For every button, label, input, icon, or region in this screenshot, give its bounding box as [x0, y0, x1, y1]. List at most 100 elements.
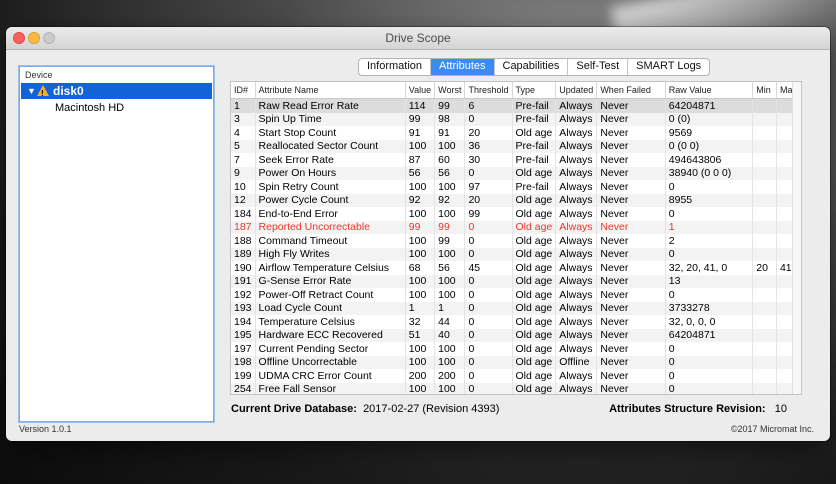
title-bar[interactable]: Drive Scope [6, 27, 830, 50]
table-row[interactable]: 12 Power Cycle Count 92 92 20 Old age Always Ne… [231, 193, 801, 207]
table-cell: Never [596, 315, 666, 329]
table-cell: Old age [512, 342, 557, 356]
table-row[interactable]: 190 Airflow Temperature Celsius 68 56 45 Old … [231, 261, 801, 275]
column-header[interactable]: Worst [434, 82, 466, 99]
column-header[interactable]: Attribute Name [255, 82, 406, 99]
table-row[interactable]: 199 UDMA CRC Error Count 200 200 0 Old age Alw… [231, 369, 801, 383]
table-row[interactable]: 184 End-to-End Error 100 100 99 Old age Always… [231, 207, 801, 221]
table-cell: 0 [464, 328, 513, 342]
attributes-table: ID# Attribute Name Value Worst Threshold Type… [231, 82, 801, 394]
table-row[interactable]: 195 Hardware ECC Recovered 51 40 0 Old age Alw… [231, 328, 801, 342]
device-sidebar[interactable]: Device ▼ ! disk0 Macintosh HD [18, 65, 215, 423]
column-header[interactable]: Raw Value [665, 82, 754, 99]
column-header[interactable]: Updated [555, 82, 598, 99]
table-row[interactable]: 189 High Fly Writes 100 100 0 Old age Always Ne… [231, 247, 801, 261]
table-row[interactable]: 188 Command Timeout 100 99 0 Old age Always Nev… [231, 234, 801, 248]
table-cell: Never [596, 342, 666, 356]
table-cell: 0 [665, 355, 754, 369]
table-row[interactable]: 191 G-Sense Error Rate 100 100 0 Old age Alway… [231, 274, 801, 288]
table-cell: 56 [434, 261, 466, 275]
table-cell: Never [596, 288, 666, 302]
table-row[interactable]: 254 Free Fall Sensor 100 100 0 Old age Always N… [231, 382, 801, 394]
table-cell: Old age [512, 382, 557, 394]
table-cell: 100 [434, 274, 466, 288]
table-cell [752, 193, 777, 207]
table-cell: 1 [405, 301, 436, 315]
table-row[interactable]: 193 Load Cycle Count 1 1 0 Old age Always Never… [231, 301, 801, 315]
table-cell [752, 342, 777, 356]
table-cell: Never [596, 112, 666, 126]
disclosure-triangle-icon[interactable]: ▼ [27, 83, 36, 99]
table-cell: Temperature Celsius [255, 315, 406, 329]
table-cell: Power On Hours [255, 166, 406, 180]
table-cell: 190 [231, 261, 256, 275]
table-cell: Always [555, 166, 598, 180]
table-cell: Pre-fail [512, 153, 557, 167]
table-row[interactable]: 1 Raw Read Error Rate 114 99 6 Pre-fail Always… [231, 98, 801, 113]
table-row[interactable]: 3 Spin Up Time 99 98 0 Pre-fail Always Never 0 (… [231, 112, 801, 126]
table-body: 1 Raw Read Error Rate 114 99 6 Pre-fail Always… [231, 98, 801, 394]
column-header[interactable]: When Failed [596, 82, 666, 99]
rev-value: 10 [774, 403, 787, 415]
table-cell: 0 [665, 382, 754, 394]
table-cell: 20 [464, 193, 513, 207]
tab-bar: Information Attributes Capabilities Self… [358, 58, 711, 76]
tab-attributes[interactable]: Attributes [431, 59, 495, 75]
table-cell: 184 [231, 207, 256, 221]
table-cell: Reported Uncorrectable [255, 220, 406, 234]
table-cell: 193 [231, 301, 256, 315]
table-cell: 100 [434, 382, 466, 394]
table-cell [752, 220, 777, 234]
table-cell: 44 [434, 315, 466, 329]
table-row[interactable]: 192 Power-Off Retract Count 100 100 0 Old age… [231, 288, 801, 302]
table-cell: G-Sense Error Rate [255, 274, 406, 288]
table-cell: 38940 (0 0 0) [665, 166, 754, 180]
table-cell: 114 [405, 98, 436, 113]
table-cell: 99 [405, 220, 436, 234]
table-cell: Old age [512, 220, 557, 234]
copyright-label: ©2017 Micromat Inc. [730, 424, 814, 434]
scrollbar[interactable] [792, 82, 801, 394]
table-cell: Old age [512, 274, 557, 288]
table-cell [752, 288, 777, 302]
table-cell: 187 [231, 220, 256, 234]
column-header[interactable]: Min [752, 82, 777, 99]
table-header-row: ID# Attribute Name Value Worst Threshold Type… [231, 82, 801, 99]
table-row[interactable]: 10 Spin Retry Count 100 100 97 Pre-fail Always… [231, 180, 801, 194]
column-header[interactable]: Value [405, 82, 436, 99]
tab-self-test[interactable]: Self-Test [568, 59, 629, 75]
column-header[interactable]: Type [512, 82, 557, 99]
table-row[interactable]: 5 Reallocated Sector Count 100 100 36 Pre-fai… [231, 139, 801, 153]
table-cell: Raw Read Error Rate [255, 98, 406, 113]
table-cell: Old age [512, 261, 557, 275]
sidebar-item-disk0[interactable]: ▼ ! disk0 [21, 83, 212, 99]
table-row[interactable]: 9 Power On Hours 56 56 0 Old age Always Never 38… [231, 166, 801, 180]
table-cell [752, 126, 777, 140]
table-cell [752, 180, 777, 194]
column-header[interactable]: ID# [231, 82, 256, 99]
tab-capabilities[interactable]: Capabilities [495, 59, 569, 75]
table-row[interactable]: 194 Temperature Celsius 32 44 0 Old age Always… [231, 315, 801, 329]
table-row[interactable]: 198 Offline Uncorrectable 100 100 0 Old age Of… [231, 355, 801, 369]
tab-information[interactable]: Information [359, 59, 432, 75]
table-cell: Old age [512, 369, 557, 383]
table-cell: Pre-fail [512, 180, 557, 194]
table-cell: 30 [464, 153, 513, 167]
sidebar-item-macintosh-hd[interactable]: Macintosh HD [21, 100, 212, 116]
table-row[interactable]: 7 Seek Error Rate 87 60 30 Pre-fail Always Neve… [231, 153, 801, 167]
table-cell: 0 [464, 247, 513, 261]
table-cell: Old age [512, 288, 557, 302]
table-row[interactable]: 197 Current Pending Sector 100 100 0 Old age A… [231, 342, 801, 356]
table-cell: Never [596, 207, 666, 221]
table-cell [752, 166, 777, 180]
table-cell: Never [596, 234, 666, 248]
tab-smart-logs[interactable]: SMART Logs [628, 59, 709, 75]
table-cell: 99 [405, 112, 436, 126]
table-cell: 100 [434, 139, 466, 153]
table-row[interactable]: 187 Reported Uncorrectable 99 99 0 Old age Alw… [231, 220, 801, 234]
table-cell: Never [596, 301, 666, 315]
attributes-table-container[interactable]: ID# Attribute Name Value Worst Threshold Type… [230, 81, 802, 395]
table-row[interactable]: 4 Start Stop Count 91 91 20 Old age Always Neve… [231, 126, 801, 140]
sidebar-item-label: disk0 [53, 84, 84, 98]
column-header[interactable]: Threshold [464, 82, 513, 99]
